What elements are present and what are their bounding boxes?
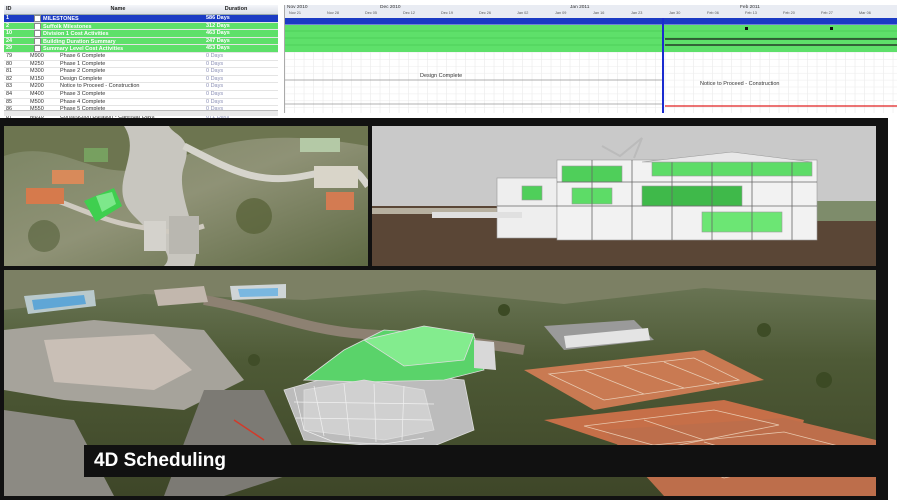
column-header-id[interactable]: ID xyxy=(4,5,30,14)
task-row[interactable]: 2 Suffolk Milestones 312 Days xyxy=(4,22,278,31)
task-name: Design Complete xyxy=(60,75,103,82)
task-duration: 247 Days xyxy=(206,37,230,44)
task-name: Phase 1 Complete xyxy=(60,60,106,67)
task-name: Phase 4 Complete xyxy=(60,98,106,105)
task-name: Phase 2 Complete xyxy=(60,68,106,75)
task-table: ID Name Duration 1 MILESTONES 586 Days 2 Suf… xyxy=(4,5,278,118)
expand-toggle-icon[interactable] xyxy=(34,45,41,52)
task-name-cell: M900 Phase 6 Complete xyxy=(30,53,206,60)
task-left-id: 1 xyxy=(6,15,10,21)
task-left-id: 79 xyxy=(6,52,13,59)
task-code: M250 xyxy=(30,60,44,67)
building-section-model xyxy=(372,126,876,266)
task-left-id: 82 xyxy=(6,75,13,82)
task-name: MILESTONES xyxy=(43,15,79,22)
task-left-id: 2 xyxy=(6,22,10,29)
task-rows: 1 MILESTONES 586 Days 2 Suffolk Milestones 31… xyxy=(4,15,278,118)
gantt-bars: Design Complete Notice to Proceed - Const… xyxy=(285,17,897,113)
task-name-cell: M300 Phase 2 Complete xyxy=(30,68,206,75)
task-name-cell: MILESTONES xyxy=(30,15,206,22)
task-duration: 0 Days xyxy=(206,75,224,82)
task-duration: 0 Days xyxy=(206,68,224,75)
task-row[interactable]: 79 M900 Phase 6 Complete 0 Days xyxy=(4,53,278,61)
task-row[interactable]: 1 MILESTONES 586 Days xyxy=(4,15,278,23)
expand-toggle-icon[interactable] xyxy=(34,22,41,30)
caption-bar: 4D Scheduling xyxy=(84,445,876,477)
task-row[interactable]: 83 M200 Notice to Proceed - Construction 0 … xyxy=(4,83,278,91)
task-name-cell: M150 Design Complete xyxy=(30,76,206,83)
task-name: Division 1 Cost Activities xyxy=(43,31,109,37)
task-duration: 586 Days xyxy=(206,15,230,21)
task-name: Summary Level Cost Activities xyxy=(43,46,124,52)
task-table-header: ID Name Duration xyxy=(4,5,278,15)
task-duration: 0 Days xyxy=(206,60,224,67)
task-name: Phase 3 Complete xyxy=(60,90,106,97)
expand-toggle-icon[interactable] xyxy=(34,15,41,22)
task-name-cell: Building Duration Summary xyxy=(30,37,206,45)
task-left-id: 84 xyxy=(6,90,13,97)
horizontal-scrollbar[interactable] xyxy=(4,110,278,116)
task-row[interactable]: 24 Building Duration Summary 247 Days xyxy=(4,37,278,46)
annotation-design-complete: Design Complete xyxy=(420,73,462,79)
task-row[interactable]: 84 M400 Phase 3 Complete 0 Days xyxy=(4,91,278,99)
gantt-milestone-diamond xyxy=(745,27,748,30)
task-duration: 463 Days xyxy=(206,30,230,37)
task-row[interactable]: 85 M500 Phase 4 Complete 0 Days xyxy=(4,99,278,107)
task-name-cell: Summary Level Cost Activities xyxy=(30,45,206,52)
task-row[interactable]: 29 Summary Level Cost Activities 453 Days xyxy=(4,45,278,53)
task-name: Suffolk Milestones xyxy=(43,23,92,30)
task-left-id: 80 xyxy=(6,60,13,67)
task-left-id: 85 xyxy=(6,98,13,105)
task-name-cell: M500 Phase 4 Complete xyxy=(30,99,206,106)
gantt-chart: Nov 2010 Dec 2010 Jan 2011 Feb 2011 Nov 21 No… xyxy=(284,5,897,113)
expand-toggle-icon[interactable] xyxy=(34,37,41,45)
task-duration: 0 Days xyxy=(206,83,224,90)
task-duration: 0 Days xyxy=(206,98,224,105)
task-left-id: 24 xyxy=(6,37,13,44)
task-name-cell: Suffolk Milestones xyxy=(30,22,206,30)
task-row[interactable]: 81 M300 Phase 2 Complete 0 Days xyxy=(4,68,278,76)
task-left-id: 81 xyxy=(6,68,13,75)
task-code: M500 xyxy=(30,98,44,105)
column-header-name[interactable]: Name xyxy=(30,5,206,14)
task-code: M300 xyxy=(30,68,44,75)
task-name: Notice to Proceed - Construction xyxy=(60,83,140,90)
expand-toggle-icon[interactable] xyxy=(34,30,41,37)
caption-text: 4D Scheduling xyxy=(94,450,226,471)
aerial-site-photo xyxy=(4,126,368,266)
task-code: M400 xyxy=(30,90,44,97)
gantt-bar-milestones xyxy=(285,18,897,25)
task-duration: 453 Days xyxy=(206,45,230,52)
task-row[interactable]: 80 M250 Phase 1 Complete 0 Days xyxy=(4,61,278,69)
column-header-duration[interactable]: Duration xyxy=(206,5,266,14)
annotation-ntp-construction: Notice to Proceed - Construction xyxy=(700,81,779,87)
schedule-window: ID Name Duration 1 MILESTONES 586 Days 2 Suf… xyxy=(0,0,900,118)
task-duration: 0 Days xyxy=(206,52,224,59)
task-left-id: 29 xyxy=(6,45,13,52)
task-code: M200 xyxy=(30,83,44,90)
task-code: M900 xyxy=(30,52,44,59)
task-name-cell: M250 Phase 1 Complete xyxy=(30,61,206,68)
task-duration: 0 Days xyxy=(206,90,224,97)
task-code: M150 xyxy=(30,75,44,82)
task-left-id: 10 xyxy=(6,30,13,37)
task-row[interactable]: 10 Division 1 Cost Activities 463 Days xyxy=(4,30,278,38)
task-name: Building Duration Summary xyxy=(43,38,116,45)
task-duration: 312 Days xyxy=(206,22,230,29)
task-name-cell: M400 Phase 3 Complete xyxy=(30,91,206,98)
task-left-id: 83 xyxy=(6,83,13,90)
task-name: Phase 6 Complete xyxy=(60,52,106,59)
task-name-cell: M200 Notice to Proceed - Construction xyxy=(30,83,206,90)
gantt-milestone-diamond xyxy=(830,27,833,30)
task-name-cell: Division 1 Cost Activities xyxy=(30,30,206,37)
task-row[interactable]: 82 M150 Design Complete 0 Days xyxy=(4,76,278,84)
